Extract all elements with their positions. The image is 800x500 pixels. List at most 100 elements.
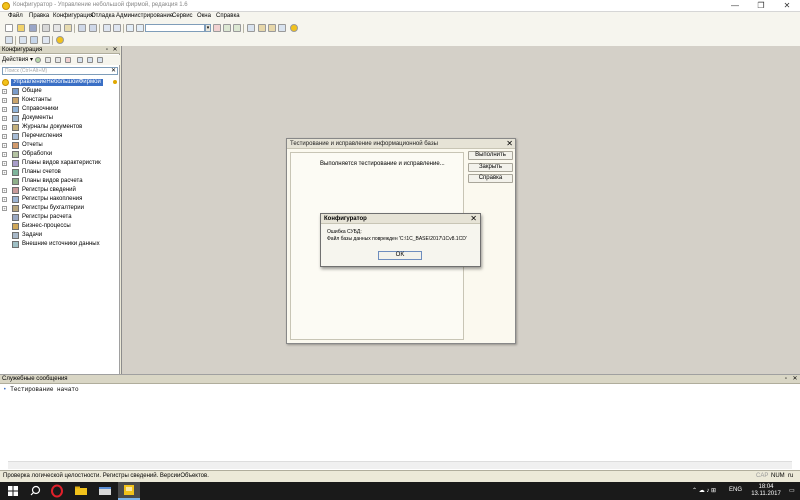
search-dropdown-icon[interactable]: ▾ [205,24,211,32]
expand-toggle-icon[interactable]: + [2,116,7,121]
tree-item[interactable]: + Константы [2,96,118,105]
clear-search-icon[interactable] [213,24,221,32]
add-icon[interactable] [35,57,41,63]
copy-item-icon[interactable] [55,57,61,63]
calculator-icon[interactable] [278,24,286,32]
tree-item[interactable]: + Перечисления [2,132,118,141]
menu-file[interactable]: Файл [8,13,23,19]
system-clock[interactable]: 18:04 13.11.2017 [748,484,784,498]
explorer-icon[interactable] [70,482,92,500]
undo-icon[interactable] [103,24,111,32]
tree-search-input[interactable]: Поиск (Ctrl+Alt+M) ✕ [2,67,118,75]
close-button[interactable]: Закрыть [468,163,513,172]
menu-administration[interactable]: Администрирование [116,13,173,19]
help-button[interactable]: Справка [468,174,513,183]
tree-item[interactable]: + Регистры сведений [2,186,118,195]
open-config-icon[interactable] [5,36,13,44]
compare-config-icon[interactable] [30,36,38,44]
expand-toggle-icon[interactable]: + [2,206,7,211]
notifications-icon[interactable]: ▭ [789,487,795,494]
search-back-icon[interactable] [126,24,134,32]
close-window-button[interactable]: ✕ [774,0,800,12]
expand-toggle-icon[interactable]: + [2,134,7,139]
system-tray-icons[interactable]: ⌃ ☁ ♪ ⊞ [692,487,716,494]
close-panel-icon[interactable]: ✕ [112,46,118,54]
expand-toggle-icon[interactable]: + [2,107,7,112]
tree-item[interactable]: + Общие [2,87,118,96]
tree-item[interactable]: Внешние источники данных [2,240,118,249]
tree-item[interactable]: Регистры расчета [2,213,118,222]
opera-browser-icon[interactable] [46,482,68,500]
input-language[interactable]: ENG [729,487,742,493]
tree-item[interactable]: + Журналы документов [2,123,118,132]
tree-search-clear-icon[interactable]: ✕ [111,68,116,75]
actions-menu-button[interactable]: Действия ▾ [2,56,33,63]
find-next-icon[interactable] [223,24,231,32]
copy-icon[interactable] [53,24,61,32]
search-forward-icon[interactable] [136,24,144,32]
ok-button[interactable]: OK [378,251,422,260]
syntax-helper-icon[interactable] [258,24,266,32]
tree-item[interactable]: Бизнес-процессы [2,222,118,231]
tree-item[interactable]: + Обработки [2,150,118,159]
menu-service[interactable]: Сервис [172,13,193,19]
run-button[interactable]: Выполнить [468,151,513,160]
save-icon[interactable] [29,24,37,32]
db-config-icon[interactable] [42,36,50,44]
edit-icon[interactable] [45,57,51,63]
menu-windows[interactable]: Окна [197,13,211,19]
sort-icon[interactable] [97,57,103,63]
tree-item[interactable]: Планы видов расчета [2,177,118,186]
expand-toggle-icon[interactable]: + [2,143,7,148]
redo-icon[interactable] [113,24,121,32]
tree-root-item[interactable]: УправлениеНебольшойФирмой [2,78,118,87]
pin-messages-icon[interactable]: ▫ [783,375,789,384]
window-list-icon[interactable] [247,24,255,32]
messages-horizontal-scrollbar[interactable] [8,461,792,469]
tree-item[interactable]: + Регистры накопления [2,195,118,204]
tree-item[interactable]: + Планы счетов [2,168,118,177]
tree-item[interactable]: + Отчеты [2,141,118,150]
delete-icon[interactable] [65,57,71,63]
cut-icon[interactable] [42,24,50,32]
windows-start-icon[interactable] [2,482,24,500]
templates-icon[interactable] [268,24,276,32]
paste-icon[interactable] [64,24,72,32]
maximize-button[interactable]: ❐ [748,0,774,12]
expand-toggle-icon[interactable]: + [2,89,7,94]
expand-toggle-icon[interactable]: + [2,161,7,166]
search-taskbar-icon[interactable] [24,482,46,500]
move-down-icon[interactable] [87,57,93,63]
pin-panel-icon[interactable]: ▫ [104,46,110,54]
test-repair-close-icon[interactable]: ✕ [506,139,513,149]
run-debug-icon[interactable] [56,36,64,44]
find-prev-icon[interactable] [233,24,241,32]
error-dialog-close-icon[interactable]: ✕ [470,214,477,224]
tree-item[interactable]: + Планы видов характеристик [2,159,118,168]
expand-toggle-icon[interactable]: + [2,125,7,130]
expand-toggle-icon[interactable]: + [2,188,7,193]
new-icon[interactable] [5,24,13,32]
menu-configuration[interactable]: Конфигурация [53,13,93,19]
tree-item[interactable]: Задачи [2,231,118,240]
file-manager-icon[interactable] [94,482,116,500]
find-icon[interactable] [78,24,86,32]
tree-item[interactable]: + Документы [2,114,118,123]
expand-toggle-icon[interactable]: + [2,197,7,202]
close-messages-icon[interactable]: ✕ [792,375,798,384]
menu-edit[interactable]: Правка [29,13,49,19]
minimize-button[interactable]: — [722,0,748,12]
expand-toggle-icon[interactable]: + [2,170,7,175]
replace-icon[interactable] [89,24,97,32]
search-input[interactable] [145,24,205,32]
update-config-icon[interactable] [19,36,27,44]
menu-help[interactable]: Справка [216,13,240,19]
expand-toggle-icon[interactable]: + [2,152,7,157]
tree-item[interactable]: + Справочники [2,105,118,114]
1c-configurator-taskbar-icon[interactable] [118,482,140,500]
help-icon[interactable] [290,24,298,32]
expand-toggle-icon[interactable]: + [2,98,7,103]
move-up-icon[interactable] [77,57,83,63]
menu-debug[interactable]: Отладка [91,13,115,19]
tree-item[interactable]: + Регистры бухгалтерии [2,204,118,213]
